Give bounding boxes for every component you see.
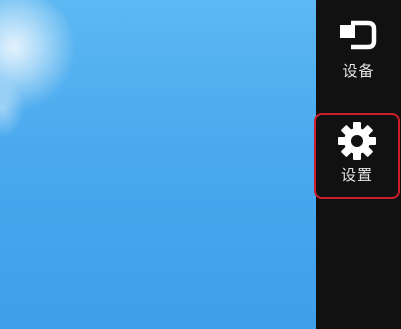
screen: 设备 设置: [0, 0, 401, 329]
settings-charm[interactable]: 设置: [314, 113, 400, 199]
charms-bar: 设备 设置: [314, 0, 401, 329]
devices-label: 设备: [342, 62, 375, 80]
devices-charm[interactable]: 设备: [316, 12, 401, 92]
devices-icon: [337, 18, 381, 54]
gear-icon: [336, 122, 378, 160]
desktop-background: [0, 0, 316, 329]
settings-label: 设置: [340, 166, 373, 184]
